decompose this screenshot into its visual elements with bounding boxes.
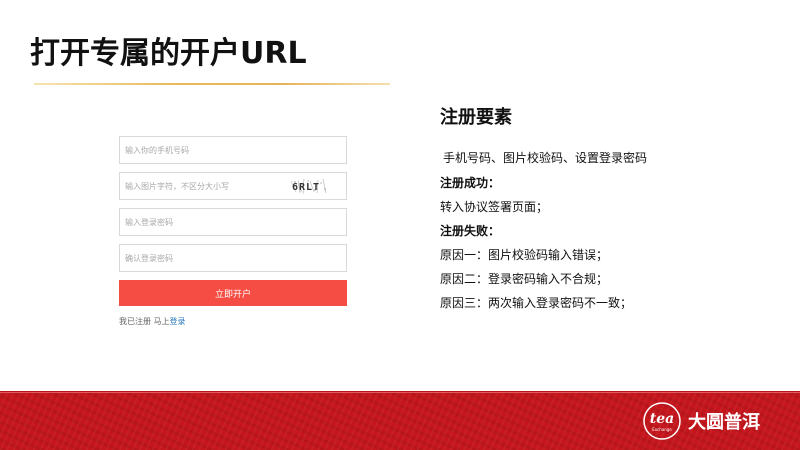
failure-reason-3: 原因三：两次输入登录密码不一致； xyxy=(440,296,633,310)
confirm-password-placeholder: 确认登录密码 xyxy=(125,253,173,263)
phone-placeholder: 输入你的手机号码 xyxy=(125,145,189,155)
phone-input[interactable]: 输入你的手机号码 xyxy=(119,136,347,164)
failure-label: 注册失败： xyxy=(440,224,501,238)
captcha-input[interactable]: 输入图片字符，不区分大小写 6RLT xyxy=(119,172,347,200)
success-label: 注册成功： xyxy=(440,176,501,190)
brand-name: 大圆普洱 xyxy=(688,412,760,433)
registration-requirements: 注册要素 手机号码、图片校验码、设置登录密码 注册成功： 转入协议签署页面； 注… xyxy=(440,103,780,309)
requirements-items: 手机号码、图片校验码、设置登录密码 xyxy=(443,151,648,165)
success-text: 转入协议签署页面； xyxy=(440,200,549,214)
title-underline xyxy=(34,83,390,85)
registration-form: 输入你的手机号码 输入图片字符，不区分大小写 6RLT 输入登录密码 确认登录密… xyxy=(119,136,347,327)
footer-band: tea Exchange 大圆普洱 xyxy=(0,391,800,450)
tea-exchange-logo: tea Exchange xyxy=(643,402,681,440)
failure-reason-1: 原因一：图片校验码输入错误； xyxy=(440,248,609,262)
requirements-heading: 注册要素 xyxy=(440,107,512,128)
login-prompt-line: 我已注册 马上登录 xyxy=(119,316,347,327)
password-placeholder: 输入登录密码 xyxy=(125,217,173,227)
login-link[interactable]: 登录 xyxy=(170,317,186,326)
svg-text:tea: tea xyxy=(650,411,674,427)
slide-title: 打开专属的开户URL xyxy=(30,36,307,71)
confirm-password-input[interactable]: 确认登录密码 xyxy=(119,244,347,272)
brand: tea Exchange 大圆普洱 xyxy=(642,401,760,441)
failure-reason-2: 原因二：登录密码输入不合规； xyxy=(440,272,609,286)
captcha-icon: 6RLT xyxy=(290,178,328,195)
login-prompt-text: 我已注册 马上 xyxy=(119,317,170,326)
password-input[interactable]: 输入登录密码 xyxy=(119,208,347,236)
captcha-placeholder: 输入图片字符，不区分大小写 xyxy=(125,181,229,191)
open-account-button[interactable]: 立即开户 xyxy=(119,280,347,306)
svg-text:Exchange: Exchange xyxy=(652,427,672,432)
captcha-image[interactable]: 6RLT xyxy=(290,178,328,195)
captcha-text: 6RLT xyxy=(292,182,320,193)
